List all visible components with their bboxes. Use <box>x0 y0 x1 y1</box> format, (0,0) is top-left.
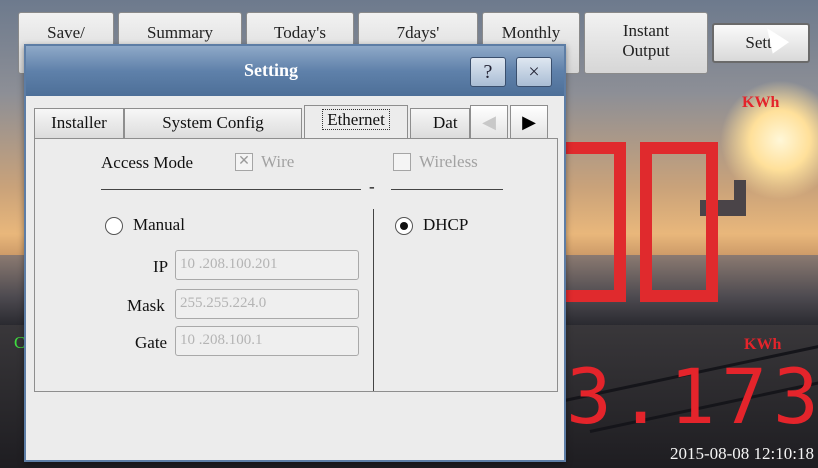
led-digit <box>640 142 718 302</box>
tab-label: Summary <box>146 23 214 42</box>
gate-label: Gate <box>135 333 168 352</box>
help-icon[interactable]: ? <box>470 57 506 87</box>
tab-label: System Config <box>162 113 264 132</box>
gate-field[interactable]: 10 .208.100.1 <box>175 326 359 356</box>
tab-system-config[interactable]: System Config <box>124 108 302 138</box>
tab-ethernet[interactable]: Ethernet <box>304 105 408 139</box>
tab-label: Instant Output <box>622 21 670 60</box>
dhcp-radio[interactable] <box>395 217 413 235</box>
ip-field[interactable]: 10 .208.100.201 <box>175 250 359 280</box>
wire-label: Wire <box>261 152 295 171</box>
tab-label: Ethernet <box>322 109 390 130</box>
separator-dash: - <box>369 177 375 196</box>
wireless-checkbox[interactable] <box>393 153 411 171</box>
distant-tower <box>734 180 746 216</box>
wireless-label: Wireless <box>419 152 478 171</box>
access-mode-label: Access Mode <box>101 153 194 172</box>
tab-label: 7days' <box>396 23 440 42</box>
wire-checkbox[interactable]: ✕ <box>235 153 253 171</box>
setting-dialog: Setting ? × Installer System Config Ethe… <box>24 44 566 462</box>
ethernet-panel: Access Mode ✕ Wire Wireless - Manual DHC… <box>34 138 558 392</box>
mask-field[interactable]: 255.255.224.0 <box>175 289 359 319</box>
tab-data[interactable]: Dat <box>410 108 470 138</box>
right-arrow-icon[interactable]: ▶ <box>510 105 548 139</box>
tab-label: Today's <box>274 23 326 42</box>
divider <box>101 189 361 190</box>
tab-settings[interactable]: Setti <box>712 23 810 63</box>
left-arrow-icon[interactable]: ◀ <box>470 105 508 139</box>
dialog-title-bar[interactable]: Setting ? × <box>26 46 564 96</box>
dialog-title: Setting <box>244 60 298 80</box>
energy-unit-top: KWh <box>742 94 780 111</box>
manual-label: Manual <box>133 215 185 234</box>
mask-label: Mask <box>127 296 165 315</box>
tab-label: Save/ <box>47 23 85 42</box>
tab-installer[interactable]: Installer <box>34 108 124 138</box>
close-icon[interactable]: × <box>516 57 552 87</box>
tab-label: Installer <box>51 113 107 132</box>
vertical-divider <box>373 209 374 391</box>
dhcp-label: DHCP <box>423 215 469 234</box>
tab-label: Monthly <box>501 23 561 42</box>
tab-label: Dat <box>433 113 458 132</box>
tab-instant-output[interactable]: Instant Output <box>584 12 708 74</box>
led-digit <box>566 142 626 302</box>
energy-value-bottom: 3.173 <box>566 352 818 441</box>
ip-label: IP <box>153 257 169 276</box>
datetime-readout: 2015-08-08 12:10:18 <box>669 444 814 463</box>
manual-radio[interactable] <box>105 217 123 235</box>
divider <box>391 189 503 190</box>
